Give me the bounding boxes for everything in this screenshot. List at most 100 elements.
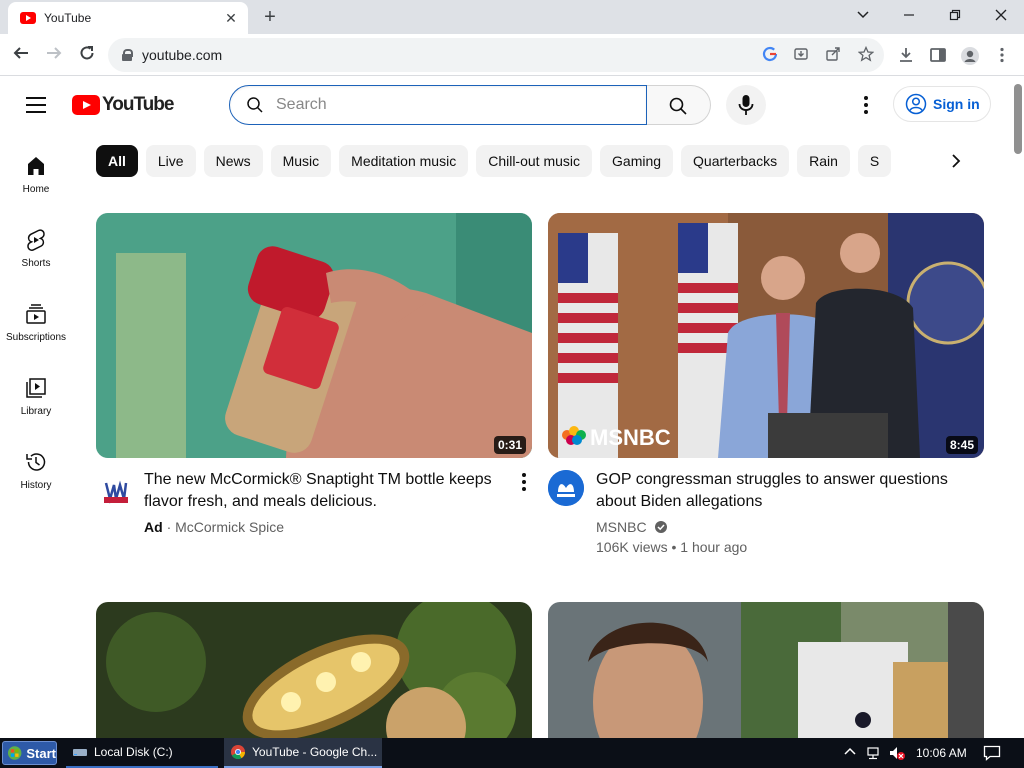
video-thumbnail[interactable] — [548, 602, 984, 738]
video-stats: 106K views • 1 hour ago — [596, 539, 748, 555]
channel-name[interactable]: MSNBC — [596, 519, 647, 535]
restore-window-button[interactable] — [943, 5, 967, 27]
chips-next-button[interactable] — [942, 145, 970, 177]
google-g-icon[interactable] — [761, 46, 779, 64]
channel-avatar[interactable] — [98, 473, 134, 509]
search-box[interactable] — [229, 85, 647, 125]
drive-icon — [73, 749, 87, 756]
account-circle-icon — [905, 93, 927, 115]
thumbnail-image — [96, 602, 532, 738]
chip-meditation-music[interactable]: Meditation music — [339, 145, 469, 177]
close-window-button[interactable] — [989, 5, 1013, 27]
reload-button[interactable] — [76, 44, 98, 66]
video-thumbnail[interactable]: MSNBC 8:45 — [548, 213, 984, 458]
side-panel-icon[interactable] — [928, 46, 948, 66]
action-center-icon[interactable] — [983, 745, 1001, 766]
search-button[interactable] — [647, 85, 711, 125]
page-scrollbar-thumb[interactable] — [1014, 84, 1022, 154]
thumbnail-image — [548, 602, 984, 738]
thumbnail-brand-text: MSNBC — [590, 425, 671, 450]
page-scrollbar-track[interactable] — [1012, 77, 1024, 738]
chip-music[interactable]: Music — [270, 145, 332, 177]
address-url: youtube.com — [142, 47, 223, 63]
windows-taskbar: Start Local Disk (C:) YouTube - Google C… — [0, 738, 1024, 768]
search-icon — [669, 97, 687, 115]
network-icon[interactable] — [866, 745, 882, 766]
guide-item-history[interactable]: History — [0, 442, 72, 516]
chevron-right-icon — [952, 154, 961, 168]
taskbar-item-label: YouTube - Google Ch... — [252, 745, 378, 759]
share-icon[interactable] — [824, 46, 842, 64]
guide-item-label: Library — [20, 406, 52, 417]
filter-chip-bar: All Live News Music Meditation music Chill-ou… — [96, 145, 976, 177]
forward-button[interactable] — [43, 44, 65, 66]
guide-item-subscriptions[interactable]: Subscriptions — [0, 294, 72, 368]
profile-avatar-icon[interactable] — [960, 46, 980, 66]
chip-gaming[interactable]: Gaming — [600, 145, 674, 177]
minimize-window-button[interactable] — [897, 5, 921, 27]
guide-item-library[interactable]: Library — [0, 368, 72, 442]
back-button[interactable] — [10, 44, 32, 66]
taskbar-clock[interactable]: 10:06 AM — [916, 746, 967, 760]
sign-in-button[interactable]: Sign in — [893, 86, 991, 122]
tab-title: YouTube — [44, 11, 92, 25]
chip-live[interactable]: Live — [145, 145, 196, 177]
taskbar-item-local-disk[interactable]: Local Disk (C:) — [66, 738, 218, 768]
new-tab-button[interactable]: + — [260, 6, 280, 28]
guide-item-label: History — [20, 480, 52, 491]
msnbc-peacock-icon — [548, 470, 584, 506]
youtube-masthead: YouTube Sign in — [0, 77, 1012, 133]
video-thumbnail[interactable]: 0:31 — [96, 213, 532, 458]
volume-muted-icon[interactable] — [888, 745, 906, 766]
back-arrow-icon — [13, 47, 28, 59]
history-icon — [26, 453, 46, 471]
browser-tab-youtube[interactable]: YouTube ✕ — [8, 2, 248, 34]
downloads-icon[interactable] — [896, 46, 916, 66]
taskbar-item-label: Local Disk (C:) — [94, 745, 173, 759]
guide-item-shorts[interactable]: Shorts — [0, 220, 72, 294]
search-input[interactable] — [276, 96, 616, 114]
search-icon — [246, 96, 264, 114]
sign-in-label: Sign in — [933, 96, 980, 112]
start-button[interactable]: Start — [2, 741, 57, 765]
settings-more-icon[interactable] — [854, 93, 878, 117]
video-thumbnail[interactable] — [96, 602, 532, 738]
video-title[interactable]: GOP congressman struggles to answer ques… — [596, 469, 956, 513]
chrome-menu-icon[interactable] — [992, 46, 1012, 66]
show-hidden-icons-icon[interactable] — [843, 745, 857, 764]
chip-chill-out-music[interactable]: Chill-out music — [476, 145, 593, 177]
browser-tab-strip: YouTube ✕ + — [0, 0, 1024, 34]
guide-item-home[interactable]: Home — [0, 146, 72, 220]
reload-icon — [80, 46, 94, 60]
browser-toolbar: youtube.com — [0, 34, 1024, 76]
subscriptions-icon — [26, 304, 46, 324]
chip-all[interactable]: All — [96, 145, 138, 177]
channel-row: MSNBC — [596, 517, 668, 537]
tab-search-chevron-icon[interactable] — [851, 5, 875, 27]
chip-rain[interactable]: Rain — [797, 145, 850, 177]
close-tab-icon[interactable]: ✕ — [222, 10, 240, 27]
microphone-icon — [738, 95, 754, 115]
forward-arrow-icon — [47, 47, 62, 59]
ad-badge: Ad — [144, 519, 163, 535]
youtube-favicon-icon — [20, 12, 36, 24]
voice-search-button[interactable] — [726, 85, 766, 125]
chip-partial[interactable]: S — [857, 145, 892, 177]
chip-quarterbacks[interactable]: Quarterbacks — [681, 145, 790, 177]
chip-news[interactable]: News — [203, 145, 263, 177]
youtube-logo[interactable]: YouTube — [72, 94, 174, 115]
video-action-menu-icon[interactable] — [514, 470, 534, 494]
thumbnail-image: MSNBC — [548, 213, 984, 458]
bookmark-star-icon[interactable] — [857, 45, 875, 64]
library-icon — [26, 378, 46, 398]
install-app-icon[interactable] — [792, 46, 810, 64]
start-label: Start — [26, 745, 56, 761]
channel-name[interactable]: McCormick Spice — [175, 519, 284, 535]
guide-menu-icon[interactable] — [26, 97, 46, 113]
channel-avatar[interactable] — [548, 470, 584, 506]
youtube-wordmark: YouTube — [102, 94, 174, 115]
taskbar-item-chrome[interactable]: YouTube - Google Ch... — [224, 738, 382, 768]
guide-item-label: Subscriptions — [5, 332, 67, 343]
windows-logo-icon — [7, 746, 22, 760]
video-title[interactable]: The new McCormick® Snaptight TM bottle k… — [144, 469, 504, 513]
